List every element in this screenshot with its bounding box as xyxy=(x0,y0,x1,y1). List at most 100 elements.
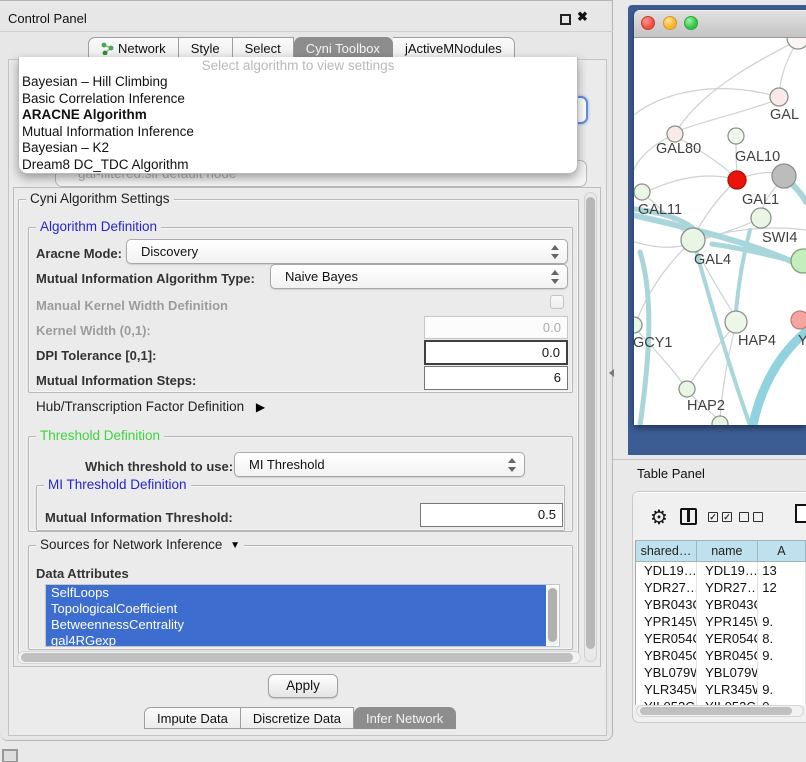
window-corner-icon[interactable] xyxy=(2,749,18,762)
mi-steps-input[interactable]: 6 xyxy=(424,366,568,390)
tab-cyni-toolbox[interactable]: Cyni Toolbox xyxy=(294,37,393,59)
attribute-item-selfloops[interactable]: SelfLoops xyxy=(46,585,546,601)
aracne-mode-value: Discovery xyxy=(141,244,198,259)
network-node[interactable] xyxy=(772,164,796,188)
table-cell: YBR045C xyxy=(697,647,758,664)
table-cell: YBL079W xyxy=(636,664,697,681)
network-node-gal80[interactable] xyxy=(667,126,683,142)
algorithm-option-basic-correlation-inference[interactable]: Basic Correlation Inference xyxy=(19,91,577,108)
settings-horizontal-scrollbar[interactable] xyxy=(17,651,581,664)
mi-threshold-input[interactable]: 0.5 xyxy=(420,503,563,527)
data-attributes-list[interactable]: SelfLoopsTopologicalCoefficientBetweenne… xyxy=(45,584,560,647)
bottom-tab-discretize-data[interactable]: Discretize Data xyxy=(241,707,354,729)
panel-separator xyxy=(613,459,806,460)
network-node-gcy1[interactable] xyxy=(634,317,642,333)
node-label-gal11: GAL11 xyxy=(638,202,682,218)
network-edge[interactable] xyxy=(642,176,730,194)
network-node-gal1[interactable] xyxy=(751,208,771,228)
gear-icon[interactable]: ⚙ xyxy=(650,505,668,530)
network-node-hap4[interactable] xyxy=(725,311,747,333)
attributes-vertical-scrollbar[interactable] xyxy=(547,586,558,646)
column-header-a[interactable]: A xyxy=(758,540,806,562)
table-row[interactable]: YBL079WYBL079W xyxy=(636,664,806,681)
bottom-tab-infer-network[interactable]: Infer Network xyxy=(354,707,456,729)
network-edge[interactable] xyxy=(634,89,779,120)
aracne-mode-combobox[interactable]: Discovery xyxy=(126,239,568,264)
expand-right-icon: ▶ xyxy=(256,400,265,414)
tab-label: Select xyxy=(245,41,281,56)
network-canvas[interactable]: GALGAL80GAL10GAL1GAL11GAL4SWI4GCY1HAP4YH… xyxy=(634,38,806,425)
network-node-gal[interactable] xyxy=(770,88,788,106)
table-row[interactable]: YDL19…YDL19…13 xyxy=(636,562,806,579)
unchecked-box-icon[interactable] xyxy=(739,512,749,522)
tab-style[interactable]: Style xyxy=(179,37,233,59)
close-icon[interactable]: ✖ xyxy=(577,9,588,25)
table-row[interactable]: YLR345WYLR345W9. xyxy=(636,681,806,698)
tab-label: Network xyxy=(118,41,166,56)
network-edge[interactable] xyxy=(678,99,779,131)
tab-label: Style xyxy=(191,41,220,56)
network-node-swi4[interactable] xyxy=(791,249,806,273)
kernel-width-input[interactable]: 0.0 xyxy=(424,316,568,339)
table-row[interactable]: YIL052CYIL052C0. xyxy=(636,698,806,705)
table-horizontal-scrollbar[interactable] xyxy=(636,705,804,717)
network-window-titlebar[interactable] xyxy=(634,10,806,38)
column-header-shared[interactable]: shared… xyxy=(636,540,697,562)
sources-group-title[interactable]: Sources for Network Inference ▼ xyxy=(36,537,244,552)
checked-box-icon[interactable]: ✓ xyxy=(708,512,718,522)
network-node-gal10[interactable] xyxy=(728,128,744,144)
bottom-tab-impute-data[interactable]: Impute Data xyxy=(144,707,241,729)
splitter-collapse-icon[interactable] xyxy=(609,369,614,377)
network-node-y[interactable] xyxy=(791,311,806,329)
which-threshold-label: Which threshold to use: xyxy=(85,459,233,474)
network-node[interactable] xyxy=(712,416,728,425)
table-row[interactable]: YDR27…YDR27…12 xyxy=(636,579,806,596)
unchecked-box-icon[interactable] xyxy=(753,512,763,522)
tab-network[interactable]: Network xyxy=(88,37,179,59)
table-header-row: shared…nameA xyxy=(636,540,806,562)
table-cell xyxy=(758,596,806,613)
which-threshold-combobox[interactable]: MI Threshold xyxy=(234,452,525,477)
network-node-hap2[interactable] xyxy=(679,381,695,397)
column-header-name[interactable]: name xyxy=(697,540,758,562)
algorithm-option-bayesian-k2[interactable]: Bayesian – K2 xyxy=(19,140,577,157)
kernel-width-label: Kernel Width (0,1): xyxy=(36,323,151,338)
window-minimize-traffic-icon[interactable] xyxy=(663,16,677,30)
algorithm-popup-items: Bayesian – Hill ClimbingBasic Correlatio… xyxy=(19,74,577,173)
algorithm-option-mutual-information-inference[interactable]: Mutual Information Inference xyxy=(19,124,577,141)
attribute-item-topologicalcoefficient[interactable]: TopologicalCoefficient xyxy=(46,601,546,617)
mi-threshold-definition-title: MI Threshold Definition xyxy=(44,477,191,492)
apply-button[interactable]: Apply xyxy=(268,674,338,698)
table-row[interactable]: YBR045CYBR045C9. xyxy=(636,647,806,664)
algorithm-option-aracne-algorithm[interactable]: ARACNE Algorithm xyxy=(19,107,577,124)
dpi-tolerance-input[interactable]: 0.0 xyxy=(424,340,568,365)
window-close-traffic-icon[interactable] xyxy=(641,16,655,30)
table-row[interactable]: YER054CYER054C8. xyxy=(636,630,806,647)
manual-kernel-width-checkbox[interactable] xyxy=(550,295,564,309)
float-window-icon[interactable] xyxy=(560,14,571,25)
split-columns-icon[interactable] xyxy=(680,508,697,525)
settings-vertical-scrollbar[interactable] xyxy=(584,192,597,662)
network-node[interactable] xyxy=(787,38,806,49)
tab-select[interactable]: Select xyxy=(233,37,294,59)
network-node-gal11[interactable] xyxy=(634,184,650,200)
mi-algorithm-type-combobox[interactable]: Naive Bayes xyxy=(270,264,568,289)
titlebar-separator xyxy=(0,31,613,32)
window-zoom-traffic-icon[interactable] xyxy=(684,16,698,30)
checked-box-icon[interactable]: ✓ xyxy=(722,512,732,522)
attribute-item-gal4rgexp[interactable]: gal4RGexp xyxy=(46,633,546,647)
network-node[interactable] xyxy=(728,171,746,189)
node-table[interactable]: shared…nameAYDL19…YDL19…13YDR27…YDR27…12… xyxy=(635,540,806,705)
attribute-item-betweennesscentrality[interactable]: BetweennessCentrality xyxy=(46,617,546,633)
hub-section-toggle[interactable]: Hub/Transcription Factor Definition ▶ xyxy=(36,399,265,414)
table-row[interactable]: YPR145WYPR145W9. xyxy=(636,613,806,630)
network-node-gal4[interactable] xyxy=(681,228,705,252)
document-icon[interactable] xyxy=(795,504,806,523)
algorithm-option-dream8-dc-tdc-algorithm[interactable]: Dream8 DC_TDC Algorithm xyxy=(19,157,577,174)
tab-jactivemnodules[interactable]: jActiveMNodules xyxy=(393,37,515,59)
table-row[interactable]: YBR043CYBR043C xyxy=(636,596,806,613)
control-panel-title: Control Panel xyxy=(8,11,87,26)
mi-algorithm-type-value: Naive Bayes xyxy=(285,269,358,284)
algorithm-option-bayesian-hill-climbing[interactable]: Bayesian – Hill Climbing xyxy=(19,74,577,91)
collapse-down-icon: ▼ xyxy=(230,540,240,551)
